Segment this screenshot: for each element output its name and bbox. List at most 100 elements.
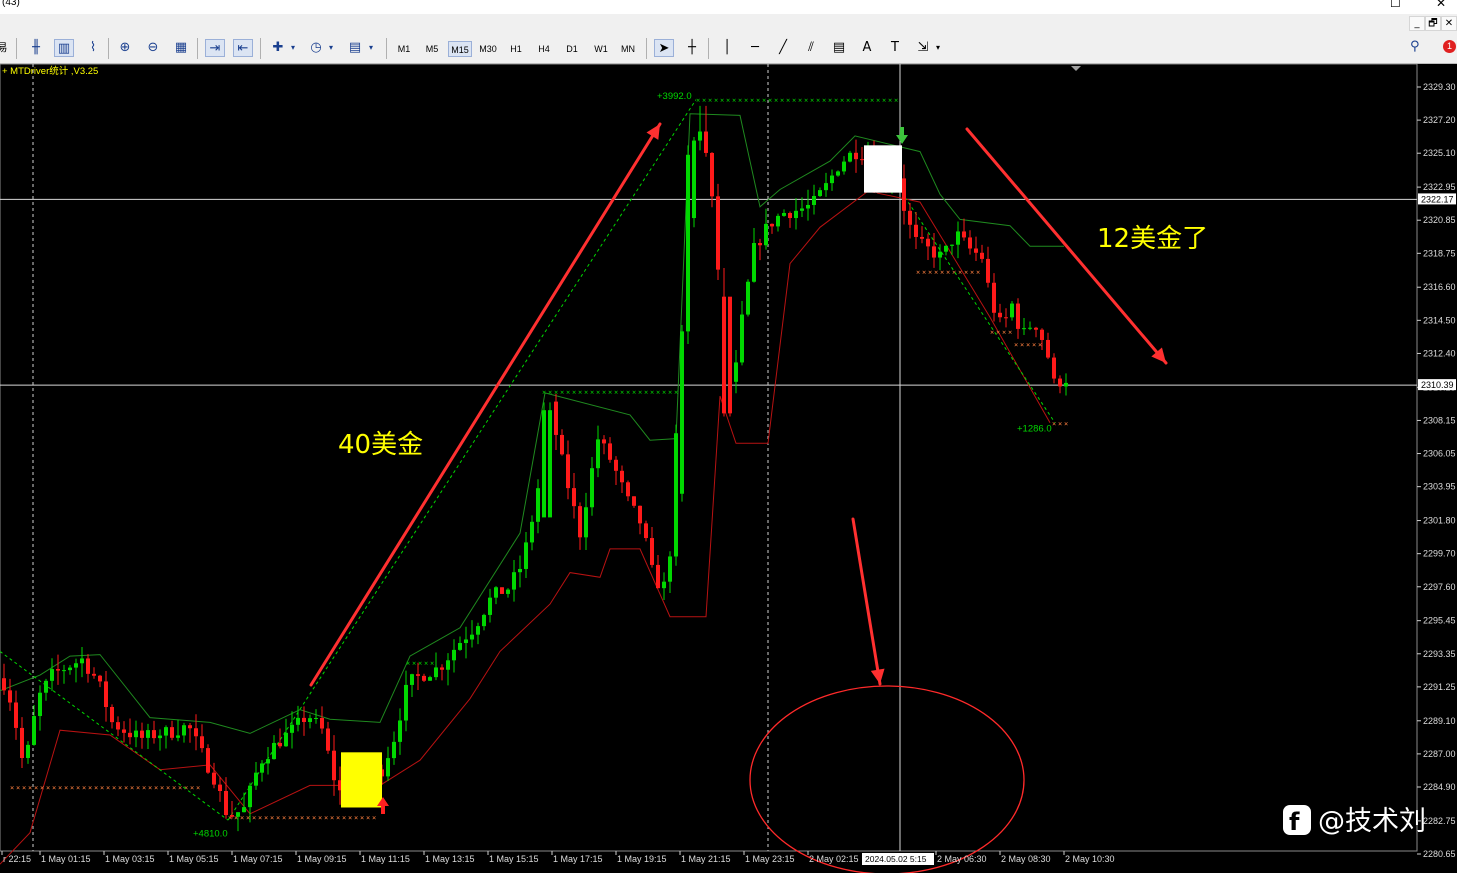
bear-candle xyxy=(758,243,762,246)
current-price-label: 2310.39 xyxy=(1421,380,1454,390)
tile-windows-icon[interactable]: ▦ xyxy=(171,39,191,57)
x-tick-label: 1 May 17:15 xyxy=(553,854,603,864)
bull-candle xyxy=(32,716,36,745)
buy-stop-marker: × xyxy=(864,97,868,105)
up-trend-arrow xyxy=(309,122,662,687)
child-restore-button[interactable]: 🗗 xyxy=(1425,16,1441,31)
sell-stop-marker: × xyxy=(52,784,56,792)
horizontal-line-icon[interactable]: ─ xyxy=(745,39,765,57)
child-minimize-button[interactable]: _ xyxy=(1409,16,1425,31)
vertical-line-icon[interactable]: │ xyxy=(717,39,737,57)
line-chart-icon[interactable]: ⌇ xyxy=(83,39,103,57)
buy-stop-marker: × xyxy=(418,659,422,667)
toolbar-separator xyxy=(708,38,709,59)
menu-glyph[interactable]: 易 xyxy=(0,39,12,57)
buy-stop-marker: × xyxy=(822,97,826,105)
bull-candle xyxy=(176,735,180,738)
bull-candle xyxy=(494,587,498,598)
window-maximize-button[interactable]: ☐ xyxy=(1390,0,1401,10)
search-icon[interactable]: ⚲ xyxy=(1410,39,1420,54)
equidistant-channel-icon[interactable]: ⫽ xyxy=(801,39,821,57)
templates-dropdown-icon[interactable]: ▾ xyxy=(366,39,376,57)
crosshair-icon[interactable]: ┼ xyxy=(682,39,702,57)
trendline-icon[interactable]: ╱ xyxy=(773,39,793,57)
bull-candle xyxy=(542,410,546,518)
notification-badge[interactable]: 1 xyxy=(1443,40,1456,53)
timeframe-m15[interactable]: M15 xyxy=(448,41,472,57)
bear-candle xyxy=(206,748,210,773)
buy-stop-marker: × xyxy=(750,97,754,105)
periods-dropdown-icon[interactable]: ▾ xyxy=(326,39,336,57)
y-tick-label: 2291.25 xyxy=(1423,682,1456,692)
timeframe-mn[interactable]: MN xyxy=(617,41,639,57)
periods-clock-icon[interactable]: ◷ xyxy=(306,39,326,57)
fibonacci-icon[interactable]: ▤ xyxy=(829,39,849,57)
templates-icon[interactable]: ▤ xyxy=(345,39,365,57)
y-tick-label: 2284.90 xyxy=(1423,782,1456,792)
buy-stop-marker: × xyxy=(650,388,654,396)
bull-candle xyxy=(74,663,78,668)
bull-candle xyxy=(398,720,402,742)
timeframe-d1[interactable]: D1 xyxy=(562,41,582,57)
sell-stop-marker: × xyxy=(1064,420,1068,428)
buy-stop-marker: × xyxy=(756,97,760,105)
y-tick-label: 2308.15 xyxy=(1423,415,1456,425)
indicators-dropdown-icon[interactable]: ▾ xyxy=(288,39,298,57)
timeframe-m30[interactable]: M30 xyxy=(476,41,500,57)
text-label-icon[interactable]: T xyxy=(885,39,905,57)
arrows-dropdown-icon[interactable]: ▾ xyxy=(933,39,943,57)
profit-label: +1286.0 xyxy=(1017,424,1052,435)
y-tick-label: 2322.95 xyxy=(1423,182,1456,192)
toolbar-separator xyxy=(197,38,198,59)
bear-candle xyxy=(710,152,714,197)
bear-candle xyxy=(302,717,306,722)
timeframe-w1[interactable]: W1 xyxy=(590,41,612,57)
arrows-icon[interactable]: ⇲ xyxy=(913,39,933,57)
timeframe-m5[interactable]: M5 xyxy=(421,41,443,57)
chart-toolbar: 易 ╫ ▥ ⌇ ⊕ ⊖ ▦ ⇥ ⇤ ✚ ▾ ◷ ▾ ▤ ▾ M1 M5 M15 … xyxy=(0,34,1457,64)
crosshair-time-label: 2024.05.02 5:15 xyxy=(865,854,927,864)
bar-chart-icon[interactable]: ╫ xyxy=(26,39,46,57)
y-tick-label: 2320.85 xyxy=(1423,215,1456,225)
buy-stop-marker: × xyxy=(584,388,588,396)
timeframe-m1[interactable]: M1 xyxy=(393,41,415,57)
bull-candle xyxy=(740,314,744,363)
sell-stop-marker: × xyxy=(40,784,44,792)
bull-candle xyxy=(404,684,408,721)
auto-scroll-icon[interactable]: ⇥ xyxy=(205,39,225,57)
sell-stop-marker: × xyxy=(330,814,334,822)
zoom-out-icon[interactable]: ⊖ xyxy=(143,39,163,57)
timeframe-h1[interactable]: H1 xyxy=(506,41,526,57)
bull-candle xyxy=(752,243,756,282)
text-icon[interactable]: A xyxy=(857,39,877,57)
x-tick-label: 1 May 21:15 xyxy=(681,854,731,864)
chart-grid xyxy=(0,64,1418,852)
indicators-icon[interactable]: ✚ xyxy=(268,39,288,57)
sell-stop-marker: × xyxy=(34,784,38,792)
sell-stop-marker: × xyxy=(76,784,80,792)
timeframe-h4[interactable]: H4 xyxy=(534,41,554,57)
bear-candle xyxy=(110,707,114,723)
buy-stop-marker: × xyxy=(810,97,814,105)
bear-candle xyxy=(926,238,930,247)
bear-candle xyxy=(986,258,990,283)
bull-candle xyxy=(476,626,480,635)
sell-stop-marker: × xyxy=(342,814,346,822)
sell-stop-marker: × xyxy=(1052,420,1056,428)
window-titlebar: (43) ☐ ✕ xyxy=(0,0,1457,14)
zoom-in-icon[interactable]: ⊕ xyxy=(115,39,135,57)
sell-stop-marker: × xyxy=(294,814,298,822)
chart-shift-icon[interactable]: ⇤ xyxy=(233,39,253,57)
bull-candle xyxy=(764,223,768,246)
bear-candle xyxy=(968,237,972,249)
bear-candle xyxy=(554,401,558,435)
sell-stop-marker: × xyxy=(166,784,170,792)
bull-candle xyxy=(296,717,300,725)
buy-stop-marker: × xyxy=(744,97,748,105)
annotation-label: 40美金 xyxy=(338,430,423,460)
window-close-button[interactable]: ✕ xyxy=(1436,0,1446,10)
candlestick-icon[interactable]: ▥ xyxy=(54,39,74,57)
child-close-button[interactable]: ✕ xyxy=(1441,16,1457,31)
price-chart[interactable]: × × × × × × × × × × × × × × × × × × × × × × × × × × × × × × × ×× × × × × × × ×… xyxy=(0,64,1457,873)
cursor-icon[interactable]: ➤ xyxy=(654,39,674,57)
